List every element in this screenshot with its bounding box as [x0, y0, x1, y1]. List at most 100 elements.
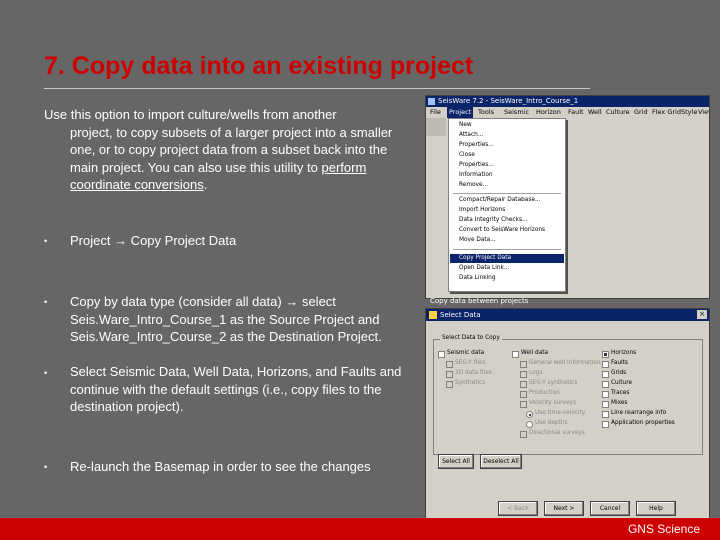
option-label: Traces [611, 390, 630, 396]
checkbox[interactable] [520, 401, 527, 408]
checkbox[interactable] [602, 361, 609, 368]
option-label: 3D data files [455, 370, 492, 376]
option-label: Use time-velocity [535, 410, 586, 416]
bullet-marker-4: • [44, 462, 48, 472]
menu-grid[interactable]: Grid [634, 107, 648, 118]
select-all-button[interactable]: Select All [438, 454, 474, 469]
menu-item-information[interactable]: Information [459, 172, 493, 178]
toolbar-strip [426, 118, 446, 136]
footer-bar: GNS Science [0, 518, 720, 540]
checkbox[interactable] [512, 351, 519, 358]
menu-item-copy-project-data[interactable]: Copy Project Data [459, 255, 511, 261]
menu-item-open-data-link[interactable]: Open Data Link... [459, 265, 509, 271]
option-label: SEG-Y synthetics [529, 380, 578, 386]
checkbox[interactable] [602, 401, 609, 408]
menu-tools[interactable]: Tools [478, 107, 494, 118]
intro-end: . [203, 177, 208, 192]
dialog-title: Select Data [440, 311, 481, 319]
group-label: Select Data to Copy [440, 335, 502, 341]
radio-button[interactable] [526, 411, 533, 418]
option-label: General well information [529, 360, 601, 366]
help-button[interactable]: Help [636, 501, 676, 516]
option-label: Grids [611, 370, 627, 376]
menu-item-properties[interactable]: Properties... [459, 142, 494, 148]
menu-item-compact-repair[interactable]: Compact/Repair Database... [459, 197, 540, 203]
menu-separator [453, 249, 561, 250]
menu-seismic[interactable]: Seismic [504, 107, 529, 118]
option-label: Line rearrange info [611, 410, 667, 416]
bullet-marker-1: • [44, 236, 48, 246]
dialog-icon [429, 311, 437, 319]
menu-file[interactable]: File [430, 107, 441, 118]
option-label: Application properties [611, 420, 675, 426]
menu-culture[interactable]: Culture [606, 107, 630, 118]
option-label: Use depths [535, 420, 568, 426]
footer-brand: GNS Science [627, 522, 700, 536]
checkbox[interactable] [520, 431, 527, 438]
option-label: Mixes [611, 400, 628, 406]
menu-horizon[interactable]: Horizon [536, 107, 561, 118]
checkbox[interactable] [602, 391, 609, 398]
checkbox[interactable] [602, 371, 609, 378]
intro-first-line: Use this option to import culture/wells … [44, 107, 337, 122]
bullet-item-1: Project → Copy Project Data [70, 233, 237, 248]
bullet-item-2: Copy by data type (consider all data) → … [70, 294, 382, 344]
bullet-item-3: Select Seismic Data, Well Data, Horizons… [70, 364, 402, 414]
menu-item-close[interactable]: Close [459, 152, 475, 158]
menu-item-data-linking[interactable]: Data Linking [459, 275, 496, 281]
window-titlebar: SeisWare 7.2 - SeisWare_Intro_Course_1 [426, 96, 709, 107]
menu-flex-grid[interactable]: Flex Grid [652, 107, 681, 118]
project-menu-screenshot: SeisWare 7.2 - SeisWare_Intro_Course_1 F… [425, 95, 710, 299]
checkbox[interactable] [602, 351, 609, 358]
checkbox[interactable] [520, 381, 527, 388]
checkbox[interactable] [520, 371, 527, 378]
back-button[interactable]: < Back [498, 501, 538, 516]
checkbox[interactable] [446, 381, 453, 388]
select-data-groupbox [433, 339, 703, 455]
menu-item-properties-2[interactable]: Properties... [459, 162, 494, 168]
menu-well[interactable]: Well [588, 107, 602, 118]
option-label: Horizons [611, 350, 637, 356]
deselect-all-button[interactable]: Deselect All [480, 454, 522, 469]
menu-fault[interactable]: Fault [568, 107, 584, 118]
menubar: File Project Tools Seismic Horizon Fault… [426, 107, 709, 118]
option-label: Logs [529, 370, 543, 376]
option-label: Velocity surveys [529, 400, 577, 406]
menu-item-convert-horizons[interactable]: Convert to SeisWare Horizons [459, 227, 545, 233]
menu-item-attach[interactable]: Attach... [459, 132, 483, 138]
checkbox[interactable] [446, 361, 453, 368]
project-dropdown-menu: New Attach... Properties... Close Proper… [448, 118, 566, 292]
menu-project[interactable]: Project [447, 107, 474, 118]
cancel-button[interactable]: Cancel [590, 501, 630, 516]
checkbox[interactable] [446, 371, 453, 378]
checkbox[interactable] [520, 391, 527, 398]
title-divider [44, 88, 590, 89]
option-label: SEG-Y files [455, 360, 486, 366]
app-icon [428, 98, 435, 105]
option-label: Synthetics [455, 380, 486, 386]
checkbox[interactable] [602, 381, 609, 388]
checkbox[interactable] [520, 361, 527, 368]
intro-rest: project, to copy subsets of a larger pro… [44, 124, 416, 194]
option-label: Well data [521, 350, 549, 356]
checkbox[interactable] [602, 421, 609, 428]
option-label: Culture [611, 380, 633, 386]
next-button[interactable]: Next > [544, 501, 584, 516]
menu-item-remove[interactable]: Remove... [459, 182, 488, 188]
option-label: Faults [611, 360, 628, 366]
dialog-titlebar: Select Data × [426, 309, 709, 321]
menu-item-import-horizons[interactable]: Import Horizons [459, 207, 505, 213]
close-icon[interactable]: × [697, 310, 707, 319]
menu-item-integrity-checks[interactable]: Data Integrity Checks... [459, 217, 528, 223]
menu-view[interactable]: View [698, 107, 709, 118]
menu-item-new[interactable]: New [459, 122, 472, 128]
bullet-marker-3: • [44, 368, 48, 378]
checkbox[interactable] [602, 411, 609, 418]
select-data-dialog-screenshot: Select Data × Select Data to Copy Seismi… [425, 308, 710, 520]
option-label: Seismic data [447, 350, 485, 356]
menu-style[interactable]: Style [681, 107, 697, 118]
slide-title: 7. Copy data into an existing project [44, 52, 474, 80]
checkbox[interactable] [438, 351, 445, 358]
menu-item-move-data[interactable]: Move Data... [459, 237, 496, 243]
radio-button[interactable] [526, 421, 533, 428]
